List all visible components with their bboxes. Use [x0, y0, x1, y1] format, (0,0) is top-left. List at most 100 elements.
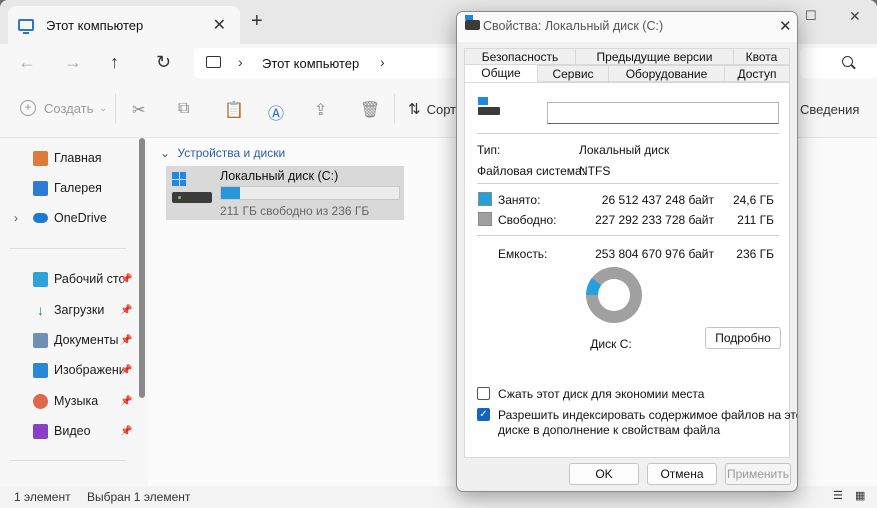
details-view-icon[interactable]: ☰ — [833, 489, 843, 502]
drive-item-c[interactable]: Локальный диск (C:) 211 ГБ свободно из 2… — [166, 166, 404, 220]
sidebar-item-label: Видео — [54, 424, 91, 438]
sidebar-item-video[interactable]: Видео 📌 — [0, 417, 140, 445]
cut-icon[interactable]: ✂ — [132, 100, 145, 120]
computer-icon — [18, 19, 34, 34]
delete-icon[interactable]: 🗑 — [360, 100, 380, 120]
navigation-pane: Главная Галерея › OneDrive Рабочий сто. … — [0, 138, 148, 486]
close-tab-icon[interactable]: ✕ — [213, 15, 226, 35]
sidebar-item-label: Главная — [54, 151, 102, 165]
gallery-icon — [33, 180, 48, 196]
video-icon — [33, 423, 48, 439]
free-bytes: 227 292 233 728 байт — [595, 213, 714, 227]
properties-dialog: Свойства: Локальный диск (C:) ✕ Безопасн… — [456, 11, 798, 492]
sidebar-item-onedrive[interactable]: OneDrive — [0, 204, 140, 232]
drive-icon — [465, 15, 480, 30]
search-box[interactable] — [800, 48, 877, 78]
sidebar-item-label: Изображени — [54, 363, 124, 377]
paste-icon[interactable]: 📋 — [224, 100, 244, 120]
dialog-close-icon[interactable]: ✕ — [779, 17, 792, 35]
window-close-icon[interactable]: ✕ — [849, 8, 861, 25]
pin-icon[interactable]: 📌 — [120, 365, 132, 376]
cloud-icon — [33, 213, 48, 223]
details-pane-button[interactable]: Сведения — [800, 102, 859, 117]
share-icon[interactable]: ⇪ — [314, 100, 327, 120]
tab-tools[interactable]: Сервис — [537, 65, 609, 82]
sidebar-item-label: Рабочий сто. — [54, 272, 124, 286]
drive-label-input[interactable] — [547, 102, 779, 124]
sidebar-divider — [10, 248, 126, 249]
home-icon — [33, 150, 48, 166]
type-value: Локальный диск — [579, 143, 670, 157]
pin-icon[interactable]: 📌 — [120, 305, 132, 316]
sidebar-item-home[interactable]: Главная — [0, 144, 140, 172]
windows-logo-icon — [172, 172, 186, 186]
sort-label: Сорт — [426, 101, 457, 117]
compress-checkbox[interactable] — [477, 387, 490, 400]
index-label-line1: Разрешить индексировать содержимое файло… — [498, 408, 798, 422]
tab-general[interactable]: Общие — [464, 64, 538, 82]
cancel-button[interactable]: Отмена — [647, 463, 717, 485]
tab-sharing[interactable]: Доступ — [724, 65, 790, 82]
sidebar-item-downloads[interactable]: ↓ Загрузки 📌 — [0, 296, 140, 324]
pin-icon[interactable]: 📌 — [120, 335, 132, 346]
create-button[interactable]: + Создать ⌄ — [20, 100, 107, 116]
disk-label: Диск C: — [590, 337, 632, 351]
index-label-line2: диске в дополнение к свойствам файла — [498, 423, 721, 437]
tab-previous-versions[interactable]: Предыдущие версии — [575, 48, 734, 65]
pictures-icon — [33, 362, 48, 378]
capacity-bytes: 253 804 670 976 байт — [595, 247, 714, 261]
item-count: 1 элемент — [14, 490, 71, 504]
toolbar-divider — [394, 94, 395, 124]
sidebar-item-label: Музыка — [54, 394, 99, 408]
filesystem-label: Файловая система: — [477, 164, 586, 178]
sidebar-item-documents[interactable]: Документы 📌 — [0, 326, 140, 354]
tab-quota[interactable]: Квота — [733, 48, 790, 65]
create-label: Создать — [44, 100, 94, 116]
breadcrumb[interactable]: Этот компьютер — [262, 56, 359, 71]
tab-this-pc[interactable]: Этот компьютер ✕ — [8, 6, 240, 44]
plus-icon: + — [20, 100, 36, 116]
separator — [477, 235, 779, 236]
used-size: 24,6 ГБ — [732, 193, 774, 207]
used-space-swatch — [478, 192, 492, 206]
sidebar-item-music[interactable]: Музыка 📌 — [0, 387, 140, 415]
tiles-view-icon[interactable]: ▦ — [855, 489, 865, 502]
sidebar-item-gallery[interactable]: Галерея — [0, 174, 140, 202]
index-checkbox[interactable]: ✓ — [477, 408, 490, 421]
forward-button[interactable]: → — [64, 52, 82, 73]
separator — [477, 133, 779, 134]
capacity-size: 236 ГБ — [736, 247, 774, 261]
hard-drive-icon — [172, 192, 212, 203]
back-button[interactable]: ← — [18, 52, 36, 73]
pin-icon[interactable]: 📌 — [120, 274, 132, 285]
refresh-button[interactable]: ↻ — [156, 52, 171, 73]
copy-icon[interactable]: ⧉ — [178, 100, 189, 118]
compress-label: Сжать этот диск для экономии места — [498, 387, 705, 401]
sidebar-scrollbar[interactable] — [139, 138, 145, 398]
disk-cleanup-button[interactable]: Подробно — [705, 327, 781, 349]
up-button[interactable]: ↑ — [110, 52, 119, 73]
pin-icon[interactable]: 📌 — [120, 426, 132, 437]
new-tab-button[interactable]: + — [251, 10, 263, 33]
group-header-devices[interactable]: ⌄ Устройства и диски — [160, 146, 285, 160]
toolbar-divider — [115, 94, 116, 124]
sidebar-item-pictures[interactable]: Изображени 📌 — [0, 356, 140, 384]
maximize-icon[interactable]: ☐ — [805, 8, 817, 24]
chevron-right-icon[interactable]: › — [380, 54, 385, 70]
tab-security[interactable]: Безопасность — [464, 48, 576, 65]
general-tab-panel: Тип: Локальный диск Файловая система: NT… — [464, 82, 797, 458]
tab-hardware[interactable]: Оборудование — [608, 65, 725, 82]
drive-usage-bar — [220, 186, 400, 200]
monitor-icon — [206, 56, 221, 68]
separator — [477, 183, 779, 184]
free-space-swatch — [478, 212, 492, 226]
pin-icon[interactable]: 📌 — [120, 396, 132, 407]
sidebar-item-desktop[interactable]: Рабочий сто. 📌 — [0, 265, 140, 293]
rename-icon[interactable]: Ⓐ — [268, 100, 284, 124]
drive-name: Локальный диск (C:) — [220, 169, 339, 183]
tab-title: Этот компьютер — [46, 17, 144, 33]
sidebar-item-label: Галерея — [54, 181, 102, 195]
apply-button[interactable]: Применить — [725, 463, 791, 485]
sort-button[interactable]: ⇅ Сорт — [408, 100, 456, 118]
ok-button[interactable]: OK — [569, 463, 639, 485]
